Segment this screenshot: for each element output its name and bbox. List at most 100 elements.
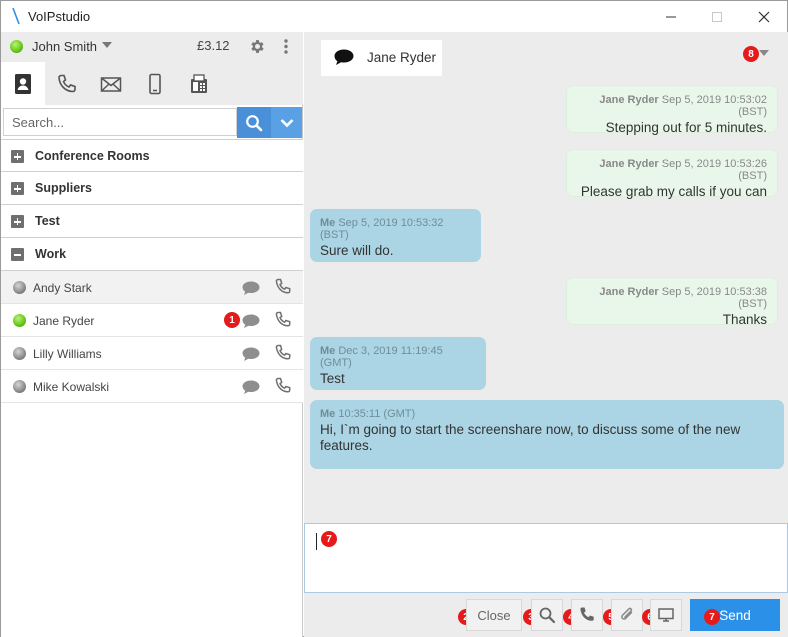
group-name: Conference Rooms <box>35 149 150 163</box>
contact-row[interactable]: Andy Stark <box>1 271 303 304</box>
chat-bubble-icon[interactable] <box>241 346 261 362</box>
message-item: Me Dec 3, 2019 11:19:45 (GMT) Test <box>310 337 486 390</box>
chat-contact-name: Jane Ryder <box>367 50 437 65</box>
contacts-book-icon <box>15 73 31 94</box>
search-icon <box>246 114 263 131</box>
phone-icon[interactable] <box>274 344 292 362</box>
close-chat-button[interactable]: Close <box>466 599 522 631</box>
chevron-down-icon <box>280 118 293 127</box>
expand-plus-icon[interactable] <box>11 150 24 163</box>
contact-name: Lilly Williams <box>33 347 102 361</box>
message-text: Stepping out for 5 minutes. <box>605 120 767 135</box>
message-sender: Me <box>320 345 336 357</box>
phone-icon <box>580 607 594 621</box>
message-time: Sep 5, 2019 10:53:32 (BST) <box>320 217 444 241</box>
message-item: Me Sep 5, 2019 10:53:32 (BST) Sure will … <box>310 209 481 262</box>
text-cursor <box>316 533 317 550</box>
message-sender: Jane Ryder <box>599 158 659 170</box>
message-sender: Me <box>320 408 336 420</box>
search-options-button[interactable] <box>271 107 302 138</box>
more-options-icon[interactable] <box>281 38 291 55</box>
phone-icon[interactable] <box>274 377 292 395</box>
phone-icon <box>58 74 76 92</box>
chat-bubble-icon <box>334 49 354 65</box>
message-time: Sep 5, 2019 10:53:38 (BST) <box>661 286 767 310</box>
minimize-button[interactable] <box>648 1 694 32</box>
mobile-phone-icon <box>149 73 161 94</box>
search-button[interactable] <box>237 107 271 138</box>
gear-icon[interactable] <box>249 38 266 55</box>
tab-chat-jane-ryder[interactable]: Jane Ryder <box>321 40 442 76</box>
message-time: Dec 3, 2019 11:19:45 (GMT) <box>320 345 443 369</box>
tab-calls[interactable] <box>45 62 89 105</box>
contact-row[interactable]: Jane Ryder 1 <box>1 304 303 337</box>
tab-messages[interactable] <box>89 62 133 105</box>
contact-name: Mike Kowalski <box>33 380 110 394</box>
search-chat-button[interactable] <box>531 599 563 631</box>
group-name: Suppliers <box>35 181 92 195</box>
voipstudio-logo-icon <box>12 7 20 25</box>
chat-bubble-icon[interactable] <box>241 379 261 395</box>
message-list: Jane Ryder Sep 5, 2019 10:53:02 (BST) St… <box>304 76 788 523</box>
user-bar: John Smith £3.12 <box>1 32 303 62</box>
attach-file-button[interactable] <box>611 599 643 631</box>
expand-plus-icon[interactable] <box>11 215 24 228</box>
chat-header: Jane Ryder 8 <box>304 32 788 76</box>
chat-bubble-icon[interactable] <box>241 280 261 296</box>
annotation-badge: 1 <box>224 312 240 328</box>
message-sender: Jane Ryder <box>599 286 659 298</box>
close-icon <box>758 11 770 22</box>
chat-pane: Jane Ryder 8 Jane Ryder Sep 5, 2019 10:5… <box>304 32 788 637</box>
message-text: Test <box>320 371 345 386</box>
contact-name: Jane Ryder <box>33 314 95 328</box>
maximize-button[interactable] <box>694 1 740 32</box>
group-name: Work <box>35 247 67 261</box>
close-window-button[interactable] <box>741 1 787 32</box>
call-contact-button[interactable] <box>571 599 603 631</box>
window-title: VoIPstudio <box>28 9 91 24</box>
message-item: Me 10:35:11 (GMT) Hi, I`m going to start… <box>310 400 784 469</box>
tab-fax[interactable] <box>177 62 221 105</box>
group-suppliers[interactable]: Suppliers <box>1 172 303 205</box>
message-time: Sep 5, 2019 10:53:02 (BST) <box>661 94 767 118</box>
search-bar <box>1 106 303 138</box>
user-presence-icon[interactable] <box>10 40 23 53</box>
monitor-icon <box>658 608 674 622</box>
search-input[interactable] <box>3 108 237 136</box>
user-name[interactable]: John Smith <box>32 39 97 54</box>
message-text: Please grab my calls if you can <box>580 184 767 199</box>
account-balance: £3.12 <box>197 38 230 53</box>
phone-icon[interactable] <box>274 311 292 329</box>
chat-toolbar: 2 Close 3 4 5 6 Send 7 <box>304 593 788 637</box>
annotation-badge: 7 <box>321 531 337 547</box>
contact-row[interactable]: Lilly Williams <box>1 337 303 370</box>
collapse-minus-icon[interactable] <box>11 248 24 261</box>
message-sender: Me <box>320 217 336 229</box>
group-work[interactable]: Work <box>1 238 303 271</box>
tab-contacts[interactable] <box>1 62 45 105</box>
maximize-icon <box>712 11 722 22</box>
tab-mobile[interactable] <box>133 62 177 105</box>
group-name: Test <box>35 214 60 228</box>
send-label: Send <box>719 607 751 623</box>
chat-options-chevron-down-icon[interactable] <box>759 50 769 56</box>
user-menu-chevron-down-icon[interactable] <box>102 42 112 48</box>
phone-icon[interactable] <box>274 278 292 296</box>
group-conference-rooms[interactable]: Conference Rooms <box>1 139 303 172</box>
search-icon <box>539 607 556 624</box>
envelope-icon <box>100 76 122 92</box>
message-composer: 7 <box>304 523 788 593</box>
group-test[interactable]: Test <box>1 205 303 238</box>
message-item: Jane Ryder Sep 5, 2019 10:53:38 (BST) Th… <box>566 277 778 327</box>
message-sender: Jane Ryder <box>599 94 659 106</box>
message-time: Sep 5, 2019 10:53:26 (BST) <box>661 158 767 182</box>
screenshare-button[interactable] <box>650 599 682 631</box>
expand-plus-icon[interactable] <box>11 182 24 195</box>
presence-online-icon <box>13 314 26 327</box>
message-input[interactable] <box>305 524 787 592</box>
chat-bubble-icon[interactable] <box>241 313 261 329</box>
presence-offline-icon <box>13 281 26 294</box>
contact-row[interactable]: Mike Kowalski <box>1 370 303 403</box>
paperclip-icon <box>621 607 633 620</box>
presence-offline-icon <box>13 347 26 360</box>
